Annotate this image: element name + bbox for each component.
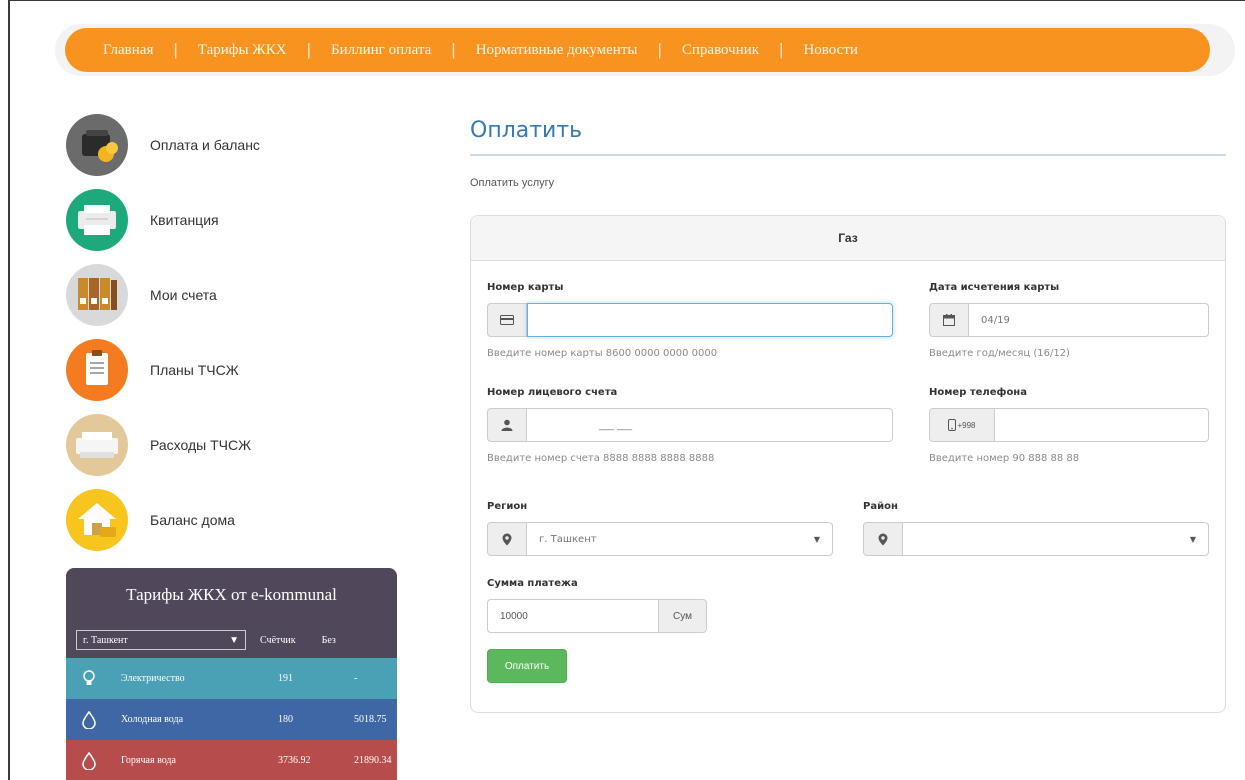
- account-number-group: ___ ___: [487, 408, 893, 442]
- card-number-help: Введите номер карты 8600 0000 0000 0000: [487, 348, 718, 359]
- sidebar-item-label: Планы ТЧСЖ: [150, 362, 239, 378]
- district-select[interactable]: ▼: [863, 522, 1209, 556]
- chevron-down-icon: ▼: [229, 634, 239, 646]
- card-number-label: Номер карты: [487, 282, 564, 293]
- nav-home[interactable]: Главная: [103, 42, 153, 59]
- card-expiry-input[interactable]: 04/19: [969, 303, 1209, 337]
- tariff-city-value: г. Ташкент: [83, 634, 128, 646]
- title-divider: [470, 154, 1226, 156]
- map-marker-icon: [487, 522, 527, 556]
- house-icon: [66, 489, 128, 551]
- user-icon: [487, 408, 527, 442]
- calendar-icon: [929, 303, 969, 337]
- sidebar-item-hoa-expenses[interactable]: Расходы ТЧСЖ: [66, 414, 396, 476]
- credit-card-icon: [487, 303, 527, 337]
- card-expiry-label: Дата исчетения карты: [929, 282, 1060, 293]
- district-select-field: ▼: [903, 522, 1209, 556]
- tariff-title: Тарифы ЖКХ от e-kommunal: [66, 568, 397, 622]
- phone-prefix-addon: +998: [929, 408, 995, 442]
- binders-icon: [66, 264, 128, 326]
- sidebar-item-payment-balance[interactable]: Оплата и баланс: [66, 114, 396, 176]
- tariff-row-name: Электричество: [121, 673, 185, 684]
- tariff-row-no-meter: 5018.75: [354, 714, 387, 725]
- tariff-city-select[interactable]: г. Ташкент ▼: [76, 630, 246, 650]
- sidebar-item-house-balance[interactable]: Баланс дома: [66, 489, 396, 551]
- region-select-field: г. Ташкент ▼: [527, 522, 833, 556]
- chevron-down-icon: ▼: [1189, 534, 1196, 544]
- card-number-input[interactable]: [527, 303, 893, 337]
- account-number-input[interactable]: ___ ___: [527, 408, 893, 442]
- tariff-row-no-meter: -: [354, 673, 358, 684]
- sidebar-item-label: Баланс дома: [150, 512, 235, 528]
- tariff-col-no-meter: Без: [321, 634, 336, 646]
- nav-separator: |: [451, 40, 456, 59]
- phone-input[interactable]: [995, 408, 1209, 442]
- receipt-icon: [66, 414, 128, 476]
- tariff-row-meter: 180: [278, 714, 293, 725]
- sidebar-item-label: Оплата и баланс: [150, 137, 260, 153]
- amount-input[interactable]: 10000: [487, 599, 659, 633]
- sidebar-item-receipt[interactable]: Квитанция: [66, 189, 396, 251]
- tariff-row: Холодная вода 180 5018.75: [66, 699, 397, 740]
- phone-icon: [948, 419, 957, 431]
- tariff-row-name: Холодная вода: [121, 714, 184, 725]
- nav-separator: |: [173, 40, 178, 59]
- page-subtitle: Оплатить услугу: [470, 177, 555, 189]
- sidebar-item-my-accounts[interactable]: Мои счета: [66, 264, 396, 326]
- region-select[interactable]: г. Ташкент ▼: [487, 522, 833, 556]
- tariff-row: Горячая вода 3736.92 21890.34: [66, 740, 397, 780]
- main-navbar: Главная | Тарифы ЖКХ | Биллинг оплата | …: [65, 28, 1210, 72]
- tariff-col-meter: Счётчик: [260, 634, 296, 646]
- phone-label: Номер телефона: [929, 387, 1027, 398]
- clipboard-icon: [66, 339, 128, 401]
- account-number-help: Введите номер счета 8888 8888 8888 8888: [487, 453, 715, 464]
- nav-tariffs[interactable]: Тарифы ЖКХ: [198, 42, 287, 59]
- region-label: Регион: [487, 501, 528, 512]
- tariff-row-no-meter: 21890.34: [354, 755, 392, 766]
- region-value: г. Ташкент: [539, 533, 597, 545]
- district-label: Район: [863, 501, 898, 512]
- phone-prefix: +998: [957, 420, 976, 430]
- tariff-column-header: г. Ташкент ▼ Счётчик Без: [66, 622, 397, 658]
- card-number-group: [487, 303, 893, 337]
- lightbulb-icon: [83, 670, 95, 685]
- wallet-icon: [66, 114, 128, 176]
- window-border-left: [8, 0, 10, 780]
- tariff-row-meter: 191: [278, 673, 293, 684]
- amount-label: Сумма платежа: [487, 578, 578, 589]
- payment-form-panel: Газ Номер карты Введите номер карты 8600…: [470, 215, 1226, 713]
- sidebar-item-label: Расходы ТЧСЖ: [150, 437, 252, 453]
- nav-separator: |: [657, 40, 662, 59]
- sidebar-item-hoa-plans[interactable]: Планы ТЧСЖ: [66, 339, 396, 401]
- chevron-down-icon: ▼: [813, 534, 820, 544]
- nav-separator: |: [779, 40, 784, 59]
- card-expiry-help: Введите год/месяц (16/12): [929, 348, 1070, 359]
- tariff-row-meter: 3736.92: [278, 755, 311, 766]
- phone-help: Введите номер 90 888 88 88: [929, 453, 1080, 464]
- map-marker-icon: [863, 522, 903, 556]
- nav-billing[interactable]: Биллинг оплата: [331, 42, 431, 59]
- tariff-widget: Тарифы ЖКХ от e-kommunal г. Ташкент ▼ Сч…: [66, 568, 397, 780]
- tariff-row: Электричество 191 -: [66, 658, 397, 699]
- phone-group: +998: [929, 408, 1209, 442]
- window-border-top: [8, 0, 1245, 1]
- nav-news[interactable]: Новости: [803, 42, 857, 59]
- account-number-label: Номер лицевого счета: [487, 387, 618, 398]
- printer-icon: [66, 189, 128, 251]
- sidebar-item-label: Квитанция: [150, 212, 219, 228]
- card-expiry-group: 04/19: [929, 303, 1209, 337]
- hot-water-drop-icon: [82, 752, 96, 770]
- water-drop-icon: [82, 711, 96, 729]
- tariff-row-name: Горячая вода: [121, 755, 176, 766]
- sidebar-item-label: Мои счета: [150, 287, 217, 303]
- panel-title: Газ: [471, 216, 1225, 261]
- nav-reference[interactable]: Справочник: [682, 42, 759, 59]
- currency-addon: Сум: [659, 599, 707, 633]
- account-number-mask: ___ ___: [599, 419, 633, 431]
- amount-group: 10000 Сум: [487, 599, 707, 633]
- nav-separator: |: [306, 40, 312, 59]
- pay-button[interactable]: Оплатить: [487, 649, 567, 683]
- page-title: Оплатить: [470, 118, 583, 143]
- nav-documents[interactable]: Нормативные документы: [476, 42, 638, 59]
